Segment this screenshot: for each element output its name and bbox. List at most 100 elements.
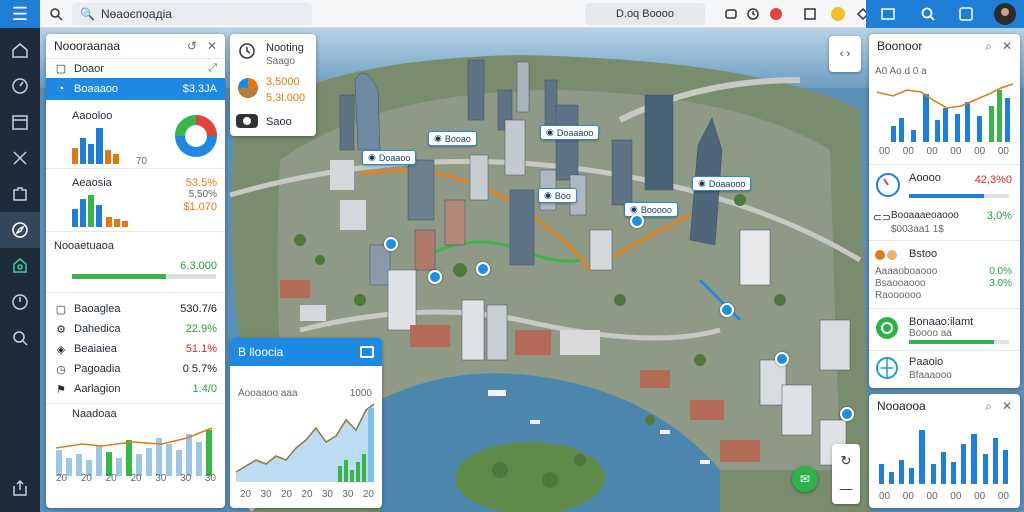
minus-icon[interactable]: —: [840, 481, 853, 496]
status-dots-icon: [875, 250, 897, 260]
bottom-right-panel: Nooaooa ⌕ ✕ 00 00 00 00 00 00: [869, 394, 1020, 508]
camera-icon: ◉: [368, 152, 376, 162]
top-bar-actions: [866, 0, 1024, 28]
expand-icon: ⤢: [208, 62, 217, 74]
monitor-icon[interactable]: [723, 6, 739, 22]
metric-item[interactable]: Bonaao:ilamt Boooo aa: [869, 312, 1020, 348]
toggle-icon: ⊂⊃: [872, 211, 892, 224]
chart-card: B lloocia Aooaaoo aaa 1000 20 30 20 20 3…: [230, 338, 382, 508]
map-tag[interactable]: ◉ Booao: [428, 131, 477, 146]
link-icon[interactable]: ↺: [187, 39, 197, 53]
puzzle-icon[interactable]: [0, 176, 40, 212]
camera-icon: ◉: [434, 133, 442, 143]
search-icon[interactable]: [0, 320, 40, 356]
map-pin[interactable]: [384, 237, 398, 251]
stat-row[interactable]: ◷ Pagoadia 0 5.7%: [46, 359, 225, 379]
meeting-card[interactable]: Nooting Saago 3,5000 5,3l.000 Saoo: [230, 34, 316, 136]
close-icon[interactable]: ✕: [207, 39, 217, 53]
search-icon[interactable]: ⌕: [985, 39, 992, 54]
check-circle-icon: [875, 316, 899, 343]
gear-icon: ⚙: [56, 323, 66, 336]
home-icon[interactable]: [0, 32, 40, 68]
clock-icon: [238, 42, 256, 63]
expand-icon[interactable]: [802, 6, 818, 22]
search-icon[interactable]: ⌕: [985, 399, 992, 414]
map-tag[interactable]: ◉ Doaaoo: [362, 150, 417, 165]
map-pin[interactable]: [630, 214, 644, 228]
stat-row[interactable]: ⚙ Dahedica 22.9%: [46, 319, 225, 339]
share-icon[interactable]: [880, 6, 896, 22]
progress-bar: [72, 274, 216, 279]
refresh-icon[interactable]: ↻: [841, 453, 852, 469]
x-axis: 20 20 20 20 30 30 30: [56, 473, 216, 484]
area-chart: [236, 403, 375, 482]
close-icon[interactable]: ✕: [1002, 39, 1012, 54]
map-tag[interactable]: ◉ Boo: [538, 188, 577, 203]
tab-item[interactable]: ▢ Doaoг ⤢: [46, 58, 225, 78]
clock-icon: ◷: [56, 363, 66, 376]
dashboard-icon[interactable]: [0, 68, 40, 104]
map-pin[interactable]: [775, 352, 789, 366]
top-bar: 🔍 Nөаоєпоадіа D.oq Boooo: [40, 0, 895, 28]
metric-item[interactable]: Bstoo Aaaaoboaooo 0.0% Bsaooaooo 3.0% Ra…: [869, 244, 1020, 306]
section-area: Aeaosia 53.5% 5,50% $1.070: [46, 169, 225, 231]
map-pin[interactable]: [476, 262, 490, 276]
map-tag[interactable]: ◉ Doaaooo: [692, 176, 752, 191]
map-pin[interactable]: [428, 270, 442, 284]
x-axis: 00 00 00 00 00 00: [879, 146, 1009, 157]
map-control-compass[interactable]: ‹ ›: [829, 36, 861, 72]
gauge-icon: [875, 172, 901, 201]
chevron-icon: ‹ ›: [839, 48, 851, 60]
search-icon[interactable]: [920, 6, 936, 22]
section-traffic: Aaooloo 70: [46, 100, 225, 168]
calendar-icon[interactable]: [0, 104, 40, 140]
stat-row[interactable]: ⚑ Aarlagion 1.4/0: [46, 379, 225, 399]
stat-row[interactable]: ▢ Baoaglea 530.7/6: [46, 299, 225, 319]
menu-icon[interactable]: ☰: [0, 0, 40, 28]
map-pin[interactable]: [840, 407, 854, 421]
search-input[interactable]: 🔍 Nөаоєпоадіа: [72, 3, 312, 25]
location-icon[interactable]: [0, 248, 40, 284]
trend-section: Naadoaa 20 20 20 20 30 30 30: [46, 404, 225, 490]
map-pin[interactable]: [720, 303, 734, 317]
right-panel-title: Boonoor: [877, 39, 923, 53]
icon-rail: ☰: [0, 0, 40, 512]
metric-item[interactable]: ⊂⊃ Booaaaeoaooo 3,0% $003aa1 1$: [869, 206, 1020, 240]
chat-icon[interactable]: ✉: [792, 466, 818, 492]
status-pill[interactable]: D.oq Boooo: [585, 3, 705, 25]
tab-active[interactable]: ◔ Boaaaoo $3.3JA: [46, 78, 225, 100]
square-icon: ▢: [55, 63, 67, 75]
metric-item[interactable]: Aoooo 42,3%0: [869, 168, 1020, 204]
left-panel-header: Noooraanaa ↺ ✕: [46, 34, 225, 58]
trend-chart: [55, 427, 213, 476]
chart-card-header: B lloocia: [230, 338, 382, 366]
camera-icon: ◉: [544, 190, 552, 200]
stats-list: ▢ Baoaglea 530.7/6 ⚙ Dahedica 22.9% ◈ Beaiaie…: [46, 293, 225, 399]
donut-chart: [175, 115, 217, 157]
metric-bar: [909, 194, 1009, 198]
pie-icon: [236, 76, 260, 103]
metric-bar: [909, 340, 1009, 344]
avatar[interactable]: [994, 3, 1016, 25]
right-panel-header: Boonoor ⌕ ✕: [869, 34, 1020, 58]
map-zoom-control[interactable]: ↻ —: [832, 444, 860, 504]
map-tag[interactable]: ◉ Doaaaoo: [540, 125, 600, 140]
clock-icon[interactable]: [745, 6, 761, 22]
x-axis: 00 00 00 00 00 00: [879, 491, 1009, 502]
flag-icon: ⚑: [56, 383, 66, 396]
notification-icon[interactable]: [958, 6, 974, 22]
window-icon[interactable]: [360, 346, 374, 358]
alert-icon[interactable]: [768, 6, 784, 22]
tools-icon[interactable]: [0, 140, 40, 176]
user-face-icon[interactable]: [830, 6, 846, 22]
gauge-icon[interactable]: [0, 284, 40, 320]
metric-item[interactable]: Paaoio Bfaaaooo: [869, 352, 1020, 386]
right-panel: Boonoor ⌕ ✕ A0 Ao.d 0 a 00 00 00 00 00 0…: [869, 34, 1020, 388]
export-icon[interactable]: [0, 470, 40, 506]
stat-row[interactable]: ◈ Beaiaiea 51.1%: [46, 339, 225, 359]
right-bar-chart: [876, 83, 1014, 142]
close-icon[interactable]: ✕: [1002, 399, 1012, 414]
search-icon[interactable]: [48, 6, 64, 22]
x-axis: 20 30 20 20 30 30 20: [240, 489, 374, 500]
compass-icon[interactable]: [0, 212, 40, 248]
